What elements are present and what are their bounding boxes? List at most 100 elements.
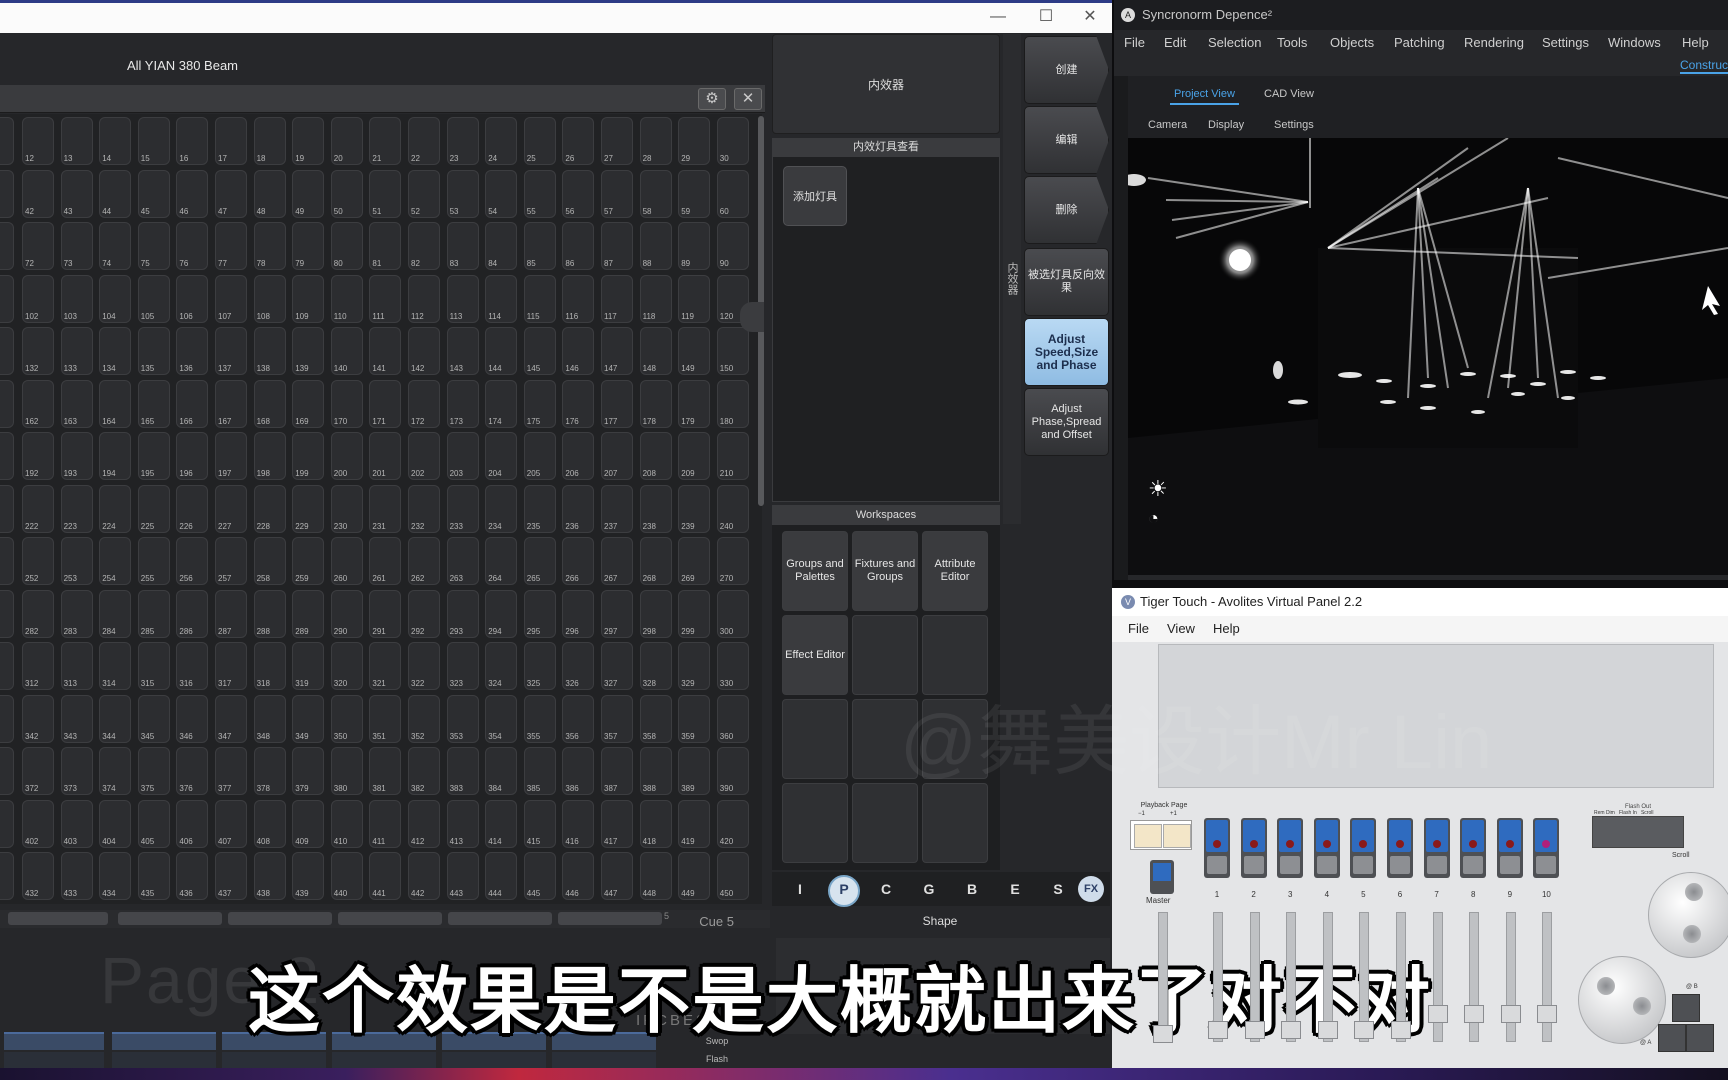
fixture-cell[interactable]: 386: [562, 747, 595, 795]
keypad-button[interactable]: [1658, 1024, 1686, 1052]
fixture-cell-partial[interactable]: [0, 169, 14, 218]
fixture-cell[interactable]: 312: [22, 642, 54, 690]
fixture-cell[interactable]: 288: [253, 589, 286, 638]
fixture-cell[interactable]: 410: [330, 799, 363, 848]
fixture-cell[interactable]: 373: [60, 747, 93, 795]
fixture-cell[interactable]: 194: [99, 432, 132, 480]
close-icon[interactable]: ✕: [734, 88, 762, 110]
fixture-cell[interactable]: 22: [408, 117, 440, 165]
fixture-cell[interactable]: 59: [678, 169, 711, 218]
fixture-cell[interactable]: 140: [330, 327, 363, 375]
fixture-cell[interactable]: 284: [99, 589, 132, 638]
fixture-cell[interactable]: 388: [639, 747, 672, 795]
attribute-position[interactable]: P: [828, 875, 860, 907]
fixture-cell[interactable]: 87: [601, 222, 633, 270]
workspace-slot-empty[interactable]: [922, 783, 988, 863]
workspace-groups-palettes[interactable]: Groups and Palettes: [782, 531, 848, 611]
fixture-cell[interactable]: 88: [639, 222, 672, 270]
fixture-cell[interactable]: 227: [215, 484, 247, 533]
fixture-cell[interactable]: 103: [60, 274, 93, 323]
playback-fader[interactable]: [1537, 912, 1558, 1042]
fixture-cell[interactable]: 260: [330, 537, 363, 585]
fixture-cell[interactable]: 114: [485, 274, 518, 323]
fixture-cell[interactable]: 201: [369, 432, 402, 480]
fixture-cell[interactable]: 415: [523, 799, 556, 848]
fixture-cell[interactable]: 42: [22, 169, 54, 218]
fixture-cell[interactable]: 179: [678, 379, 711, 428]
fixture-cell[interactable]: 58: [639, 169, 672, 218]
fixture-cell[interactable]: 295: [523, 589, 556, 638]
fixture-cell[interactable]: 44: [99, 169, 132, 218]
fixture-cell[interactable]: 322: [408, 642, 440, 690]
fixture-cell[interactable]: 257: [215, 537, 247, 585]
fixture-cell-partial[interactable]: [0, 852, 14, 900]
attribute-beam[interactable]: B: [957, 875, 987, 903]
fixture-cell[interactable]: 313: [60, 642, 93, 690]
softkey-delete[interactable]: 删除: [1024, 176, 1109, 244]
fixture-cell[interactable]: 282: [22, 589, 54, 638]
attribute-fx[interactable]: FX: [1078, 876, 1104, 902]
avo-menu-view[interactable]: View: [1167, 621, 1195, 636]
fixture-cell[interactable]: 102: [22, 274, 54, 323]
fixture-cell[interactable]: 292: [408, 589, 440, 638]
fixture-cell-partial[interactable]: [0, 379, 14, 428]
fixture-cell[interactable]: 225: [137, 484, 170, 533]
fixture-cell[interactable]: 406: [176, 799, 209, 848]
fixture-cell[interactable]: 375: [137, 747, 170, 795]
fixture-cell[interactable]: 210: [716, 432, 749, 480]
fixture-cell[interactable]: 170: [330, 379, 363, 428]
fixture-cell-partial[interactable]: [0, 694, 14, 743]
fixture-cell[interactable]: 237: [601, 484, 633, 533]
playback-fader[interactable]: [1500, 912, 1521, 1042]
fixture-cell[interactable]: 351: [369, 694, 402, 743]
menu-windows[interactable]: Windows: [1608, 35, 1661, 50]
fixture-cell[interactable]: 78: [253, 222, 286, 270]
fixture-cell[interactable]: 376: [176, 747, 209, 795]
attribute-effect[interactable]: E: [1000, 875, 1030, 903]
fixture-cell-partial[interactable]: [0, 222, 14, 270]
fixture-cell[interactable]: 254: [99, 537, 132, 585]
fixture-cell[interactable]: 135: [137, 327, 170, 375]
fixture-cell[interactable]: 378: [253, 747, 286, 795]
menu-settings[interactable]: Settings: [1542, 35, 1589, 50]
fixture-cell[interactable]: 383: [446, 747, 479, 795]
fixture-cell[interactable]: 146: [562, 327, 595, 375]
menu-patching[interactable]: Patching: [1394, 35, 1445, 50]
menu-tools[interactable]: Tools: [1277, 35, 1307, 50]
fixture-cell[interactable]: 199: [292, 432, 325, 480]
fixture-cell[interactable]: 167: [215, 379, 247, 428]
fixture-cell[interactable]: 315: [137, 642, 170, 690]
fixture-cell[interactable]: 382: [408, 747, 440, 795]
fixture-cell[interactable]: 24: [485, 117, 518, 165]
fixture-cell[interactable]: 384: [485, 747, 518, 795]
avo-menu-file[interactable]: File: [1128, 621, 1149, 636]
fixture-cell[interactable]: 300: [716, 589, 749, 638]
workspace-slot-empty[interactable]: [782, 783, 848, 863]
fixture-cell[interactable]: 149: [678, 327, 711, 375]
fixture-cell[interactable]: 109: [292, 274, 325, 323]
playback-button[interactable]: [1533, 818, 1560, 878]
fixture-cell[interactable]: 55: [523, 169, 556, 218]
fixture-cell[interactable]: 446: [562, 852, 595, 900]
fixture-cell[interactable]: 174: [485, 379, 518, 428]
fixture-cell[interactable]: 222: [22, 484, 54, 533]
menu-rendering[interactable]: Rendering: [1464, 35, 1524, 50]
flash-button[interactable]: Flash: [662, 1050, 772, 1068]
gauge-icon[interactable]: ◔: [1148, 508, 1159, 529]
fixture-cell[interactable]: 360: [716, 694, 749, 743]
fixture-cell[interactable]: 76: [176, 222, 209, 270]
fixture-cell[interactable]: 342: [22, 694, 54, 743]
fixture-cell[interactable]: 407: [215, 799, 247, 848]
fixture-cell[interactable]: 390: [716, 747, 749, 795]
playback-fader[interactable]: [1464, 912, 1485, 1042]
fixture-cell[interactable]: 402: [22, 799, 54, 848]
softkey-adjust-speed[interactable]: Adjust Speed,Size and Phase: [1024, 318, 1109, 386]
playback-button[interactable]: [1204, 818, 1230, 878]
fixture-cell[interactable]: 258: [253, 537, 286, 585]
attribute-colour[interactable]: C: [871, 875, 901, 903]
workspace-effect-editor[interactable]: Effect Editor: [782, 615, 848, 695]
fixture-cell[interactable]: 319: [292, 642, 325, 690]
fixture-cell[interactable]: 171: [369, 379, 402, 428]
fixture-cell[interactable]: 195: [137, 432, 170, 480]
fixture-cell[interactable]: 85: [523, 222, 556, 270]
